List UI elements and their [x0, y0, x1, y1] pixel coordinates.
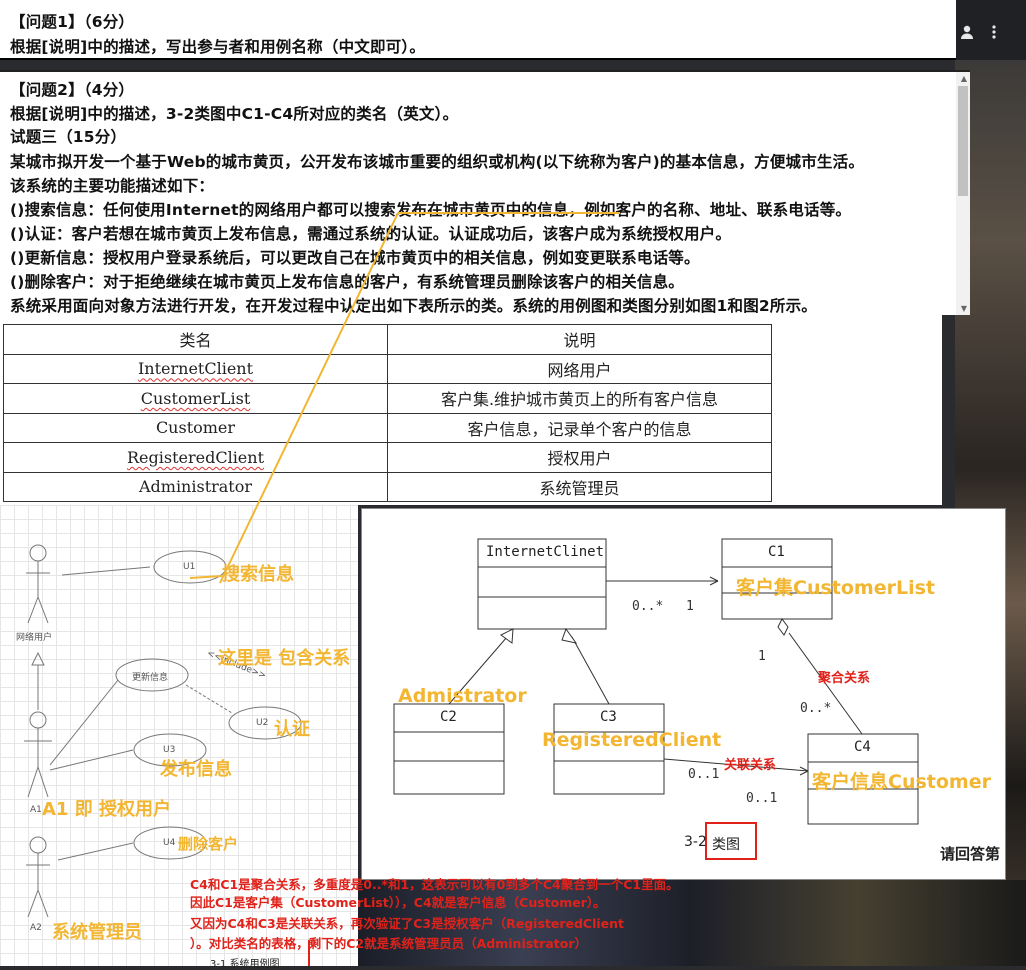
anno-publish: 发布信息 — [160, 759, 232, 780]
class-desc: 客户信息，记录单个客户的信息 — [387, 412, 772, 443]
explanation-line: 因此C1是客户集（CustomerList）），C4就是客户信息（Custome… — [190, 895, 606, 910]
scroll-down-arrow-icon[interactable]: ▼ — [961, 304, 967, 313]
actor-web-label: 网络用户 — [16, 633, 53, 643]
exam-line: 某城市拟开发一个基于Web的城市黄页，公开发布该城市重要的组织或机构(以下统称为… — [10, 153, 865, 171]
actor-a1-label: A1 — [30, 805, 42, 815]
class-table-panel: 类名 说明 InternetClient 网络用户 CustomerList 客… — [0, 315, 942, 505]
class-caption-num: 3-2 — [684, 834, 707, 850]
class-name: Administrator — [138, 477, 253, 497]
browser-toolbar — [955, 0, 1026, 60]
anno-delete: 删除客户 — [178, 835, 239, 853]
table-row: Administrator 系统管理员 — [3, 471, 772, 502]
anno-admin-class: Admistrator — [398, 685, 527, 707]
anno-auth: 认证 — [274, 719, 310, 740]
anno-c1: 客户集CustomerList — [736, 577, 935, 599]
multiplicity: 0..1 — [746, 791, 778, 806]
multiplicity: 0..1 — [688, 767, 720, 782]
anno-a1: A1 即 授权用户 — [42, 799, 171, 820]
multiplicity: 0..* — [800, 701, 832, 716]
class-name: InternetClient — [137, 359, 254, 379]
usecase-u3: U3 — [163, 745, 176, 755]
table-header: 说明 — [387, 324, 772, 355]
class-name: CustomerList — [140, 388, 251, 408]
table-row: RegisteredClient 授权用户 — [3, 442, 772, 473]
anno-search: 搜索信息 — [222, 564, 294, 585]
class-table: 类名 说明 InternetClient 网络用户 CustomerList 客… — [3, 324, 772, 502]
side-text: 请回答第 — [940, 845, 1001, 863]
usecase-u4: U4 — [163, 838, 176, 848]
scrollbar-thumb[interactable] — [958, 86, 968, 196]
class-desc: 系统管理员 — [387, 471, 772, 502]
class-c2: C2 — [440, 709, 457, 725]
class-desc: 客户集.维护城市黄页上的所有客户信息 — [387, 383, 772, 414]
menu-kebab-icon[interactable] — [989, 24, 999, 44]
question1-title: 【问题1】（6分） — [10, 13, 135, 31]
anno-include: 这里是 包含关系 — [218, 648, 351, 669]
usecase-caption: 3-1 系统用例图 — [210, 959, 280, 970]
question2-text: 根据[说明]中的描述，3-2类图中C1-C4所对应的类名（英文）。 — [10, 105, 459, 123]
class-desc: 网络用户 — [387, 353, 772, 384]
question1-text: 根据[说明]中的描述，写出参与者和用例名称（中文即可）。 — [10, 38, 426, 56]
exam-line: 系统采用面向对象方法进行开发，在开发过程中认定出如下表所示的类。系统的用例图和类… — [10, 297, 817, 315]
anno-association: 关联关系 — [724, 758, 777, 773]
class-name: Customer — [155, 418, 236, 438]
class-c1: C1 — [768, 544, 785, 560]
exam-text-panel[interactable]: 【问题2】（4分） 根据[说明]中的描述，3-2类图中C1-C4所对应的类名（英… — [0, 70, 970, 315]
explanation-line: C4和C1是聚合关系，多重度是0..*和1，这表示可以有0到多个C4聚合到一个C… — [190, 877, 679, 892]
profile-icon[interactable] — [959, 24, 975, 44]
multiplicity: 1 — [686, 599, 694, 614]
usecase-u1: U1 — [183, 562, 196, 572]
class-c3: C3 — [600, 709, 617, 725]
exam-line: ()删除客户：对于拒绝继续在城市黄页上发布信息的客户，有系统管理员删除该客户的相… — [10, 273, 684, 291]
class-c4: C4 — [854, 739, 871, 755]
exam-line: 该系统的主要功能描述如下： — [10, 177, 215, 195]
exam-line: ()认证：客户若想在城市黄页上发布信息，需通过系统的认证。认证成功后，该客户成为… — [10, 225, 732, 243]
anno-admin: 系统管理员 — [52, 922, 142, 943]
multiplicity: 0..* — [632, 599, 664, 614]
class-diagram: InternetClinet C1 C2 C3 C4 0..* 1 1 0..*… — [361, 508, 1006, 880]
multiplicity: 1 — [758, 649, 766, 664]
class-internet: InternetClinet — [486, 544, 605, 560]
anno-aggregation: 聚合关系 — [818, 671, 871, 686]
question2-title: 【问题2】（4分） — [10, 81, 135, 99]
class-caption-text: 类图 — [712, 837, 740, 853]
table-header-row: 类名 说明 — [3, 324, 772, 355]
question1-panel: 【问题1】（6分） 根据[说明]中的描述，写出参与者和用例名称（中文即可）。 — [0, 0, 956, 60]
anno-registered: RegisteredClient — [542, 729, 722, 751]
class-desc: 授权用户 — [387, 442, 772, 473]
usecase-update: 更新信息 — [132, 673, 169, 683]
explanation-line: ）。对比类名的表格，剩下的C2就是系统管理员员（Administrator） — [190, 936, 587, 951]
class-name: RegisteredClient — [126, 447, 265, 467]
actor-a2-label: A2 — [30, 923, 42, 933]
anno-c4: 客户信息Customer — [812, 771, 991, 793]
exam-line: ()搜索信息：任何使用Internet的网络用户都可以搜索发布在城市黄页中的信息… — [10, 201, 852, 219]
table-header: 类名 — [3, 324, 388, 355]
table-row: Customer 客户信息，记录单个客户的信息 — [3, 412, 772, 443]
scroll-up-arrow-icon[interactable]: ▲ — [961, 74, 967, 83]
table-row: CustomerList 客户集.维护城市黄页上的所有客户信息 — [3, 383, 772, 414]
explanation-line: 又因为C4和C3是关联关系，再次验证了C3是授权客户（RegisteredCli… — [190, 916, 625, 931]
exam-heading: 试题三（15分） — [10, 128, 127, 146]
usecase-u2: U2 — [256, 718, 269, 728]
table-row: InternetClient 网络用户 — [3, 353, 772, 384]
exam-line: ()更新信息：授权用户登录系统后，可以更改自己在城市黄页中的相关信息，例如变更联… — [10, 249, 700, 267]
